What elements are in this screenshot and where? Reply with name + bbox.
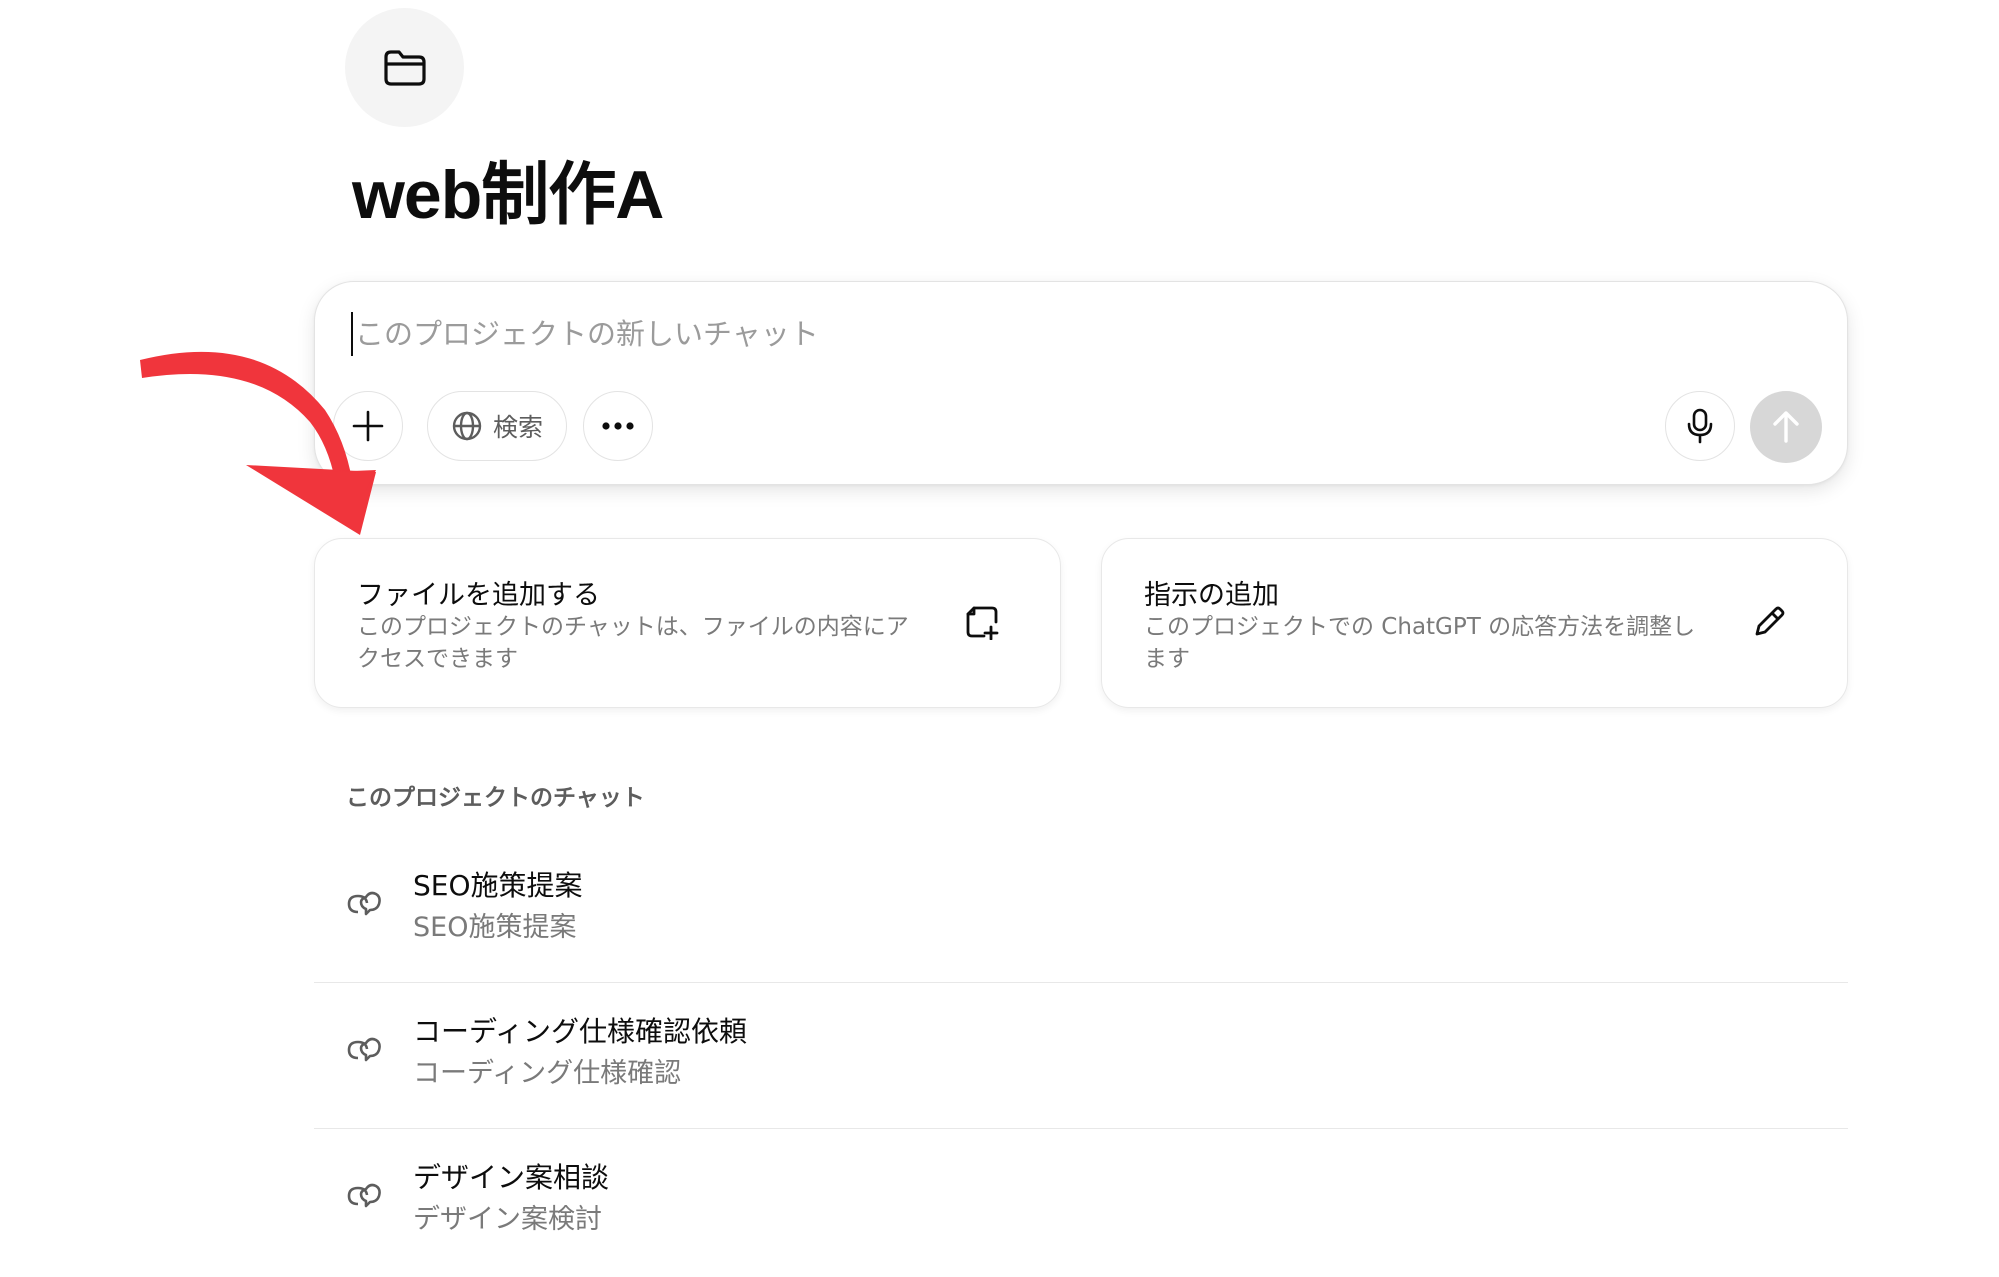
chat-composer: 検索 <box>314 281 1848 485</box>
project-chats-heading: このプロジェクトのチャット <box>346 785 645 811</box>
add-instructions-card-title: 指示の追加 <box>1144 580 1279 611</box>
chat-title: デザイン案相談 <box>413 1161 610 1194</box>
chat-subtitle: コーディング仕様確認 <box>413 1058 682 1089</box>
chat-subtitle: デザイン案検討 <box>413 1204 602 1235</box>
file-add-icon <box>962 602 1002 642</box>
ellipsis-icon <box>602 422 634 430</box>
add-instructions-card[interactable]: 指示の追加 このプロジェクトでの ChatGPT の応答方法を調整します <box>1101 538 1848 708</box>
add-files-card[interactable]: ファイルを追加する このプロジェクトのチャットは、ファイルの内容にアクセスできま… <box>314 538 1061 708</box>
microphone-icon <box>1687 408 1713 444</box>
chat-list-item[interactable]: SEO施策提案 SEO施策提案 <box>314 838 1848 983</box>
add-files-card-title: ファイルを追加する <box>357 580 600 611</box>
more-options-button[interactable] <box>583 391 653 461</box>
chat-title: コーディング仕様確認依頼 <box>413 1015 748 1048</box>
pencil-icon <box>1749 602 1789 642</box>
chat-input[interactable] <box>351 312 1655 356</box>
chat-title: SEO施策提案 <box>413 869 583 902</box>
project-folder-badge[interactable] <box>345 8 464 127</box>
chat-list-item[interactable]: コーディング仕様確認依頼 コーディング仕様確認 <box>314 984 1848 1129</box>
chat-bubbles-icon <box>347 1037 381 1062</box>
add-files-card-description: このプロジェクトのチャットは、ファイルの内容にアクセスできます <box>357 614 909 672</box>
red-arrow-annotation-icon <box>140 351 376 535</box>
send-button[interactable] <box>1750 391 1822 463</box>
voice-input-button[interactable] <box>1665 391 1735 461</box>
search-button[interactable]: 検索 <box>427 391 567 461</box>
add-instructions-card-description: このプロジェクトでの ChatGPT の応答方法を調整します <box>1144 614 1696 672</box>
folder-icon <box>383 49 426 86</box>
project-title: web制作A <box>352 157 664 233</box>
chat-subtitle: SEO施策提案 <box>413 912 577 943</box>
globe-icon <box>452 411 482 441</box>
chat-bubbles-icon <box>347 1183 381 1208</box>
arrow-up-icon <box>1773 411 1799 443</box>
chat-list-item[interactable]: デザイン案相談 デザイン案検討 <box>314 1130 1848 1275</box>
search-button-label: 検索 <box>492 413 543 442</box>
chat-bubbles-icon <box>347 891 381 916</box>
